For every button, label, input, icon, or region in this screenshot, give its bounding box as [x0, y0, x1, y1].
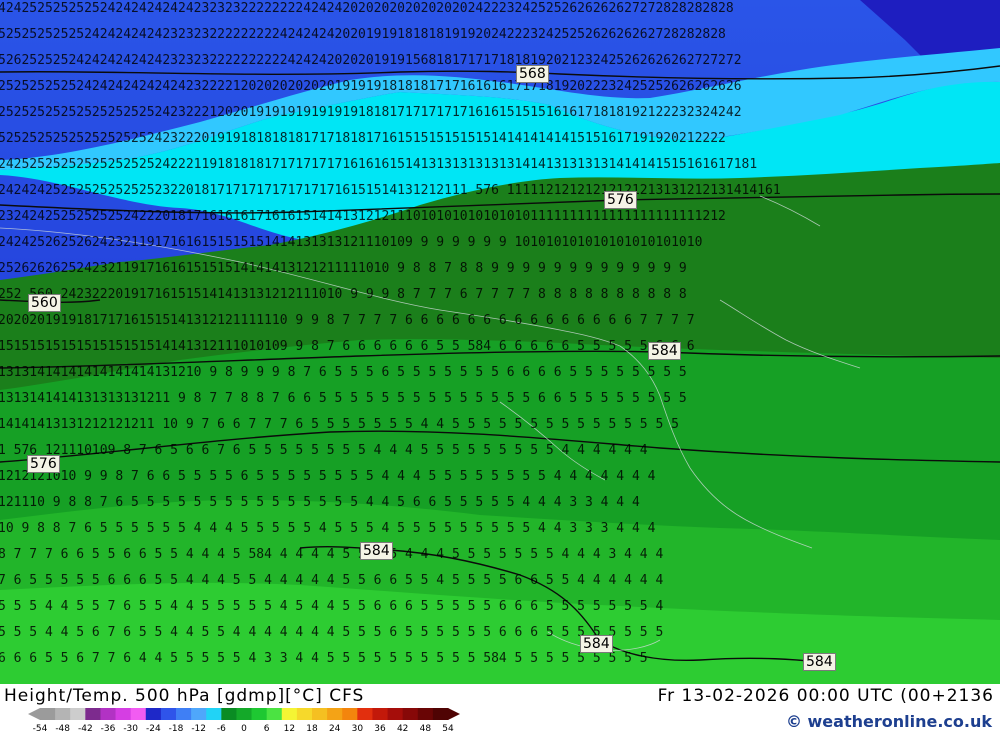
legend-swatch [296, 708, 313, 720]
grid-value-row: 10 9 8 8 7 6 5 5 5 5 5 5 4 4 4 5 5 5 5 5… [0, 521, 656, 536]
grid-value-row: 5262525252424242424242323232222222222424… [0, 53, 742, 68]
legend-swatch [327, 708, 343, 720]
legend-swatch [115, 708, 132, 720]
legend-swatch [417, 708, 434, 720]
grid-value-row: 1 576 121110109 8 7 6 5 6 6 7 6 5 5 5 5 … [0, 443, 648, 458]
legend-tick-label: 24 [329, 724, 341, 733]
legend-swatch [55, 708, 71, 720]
grid-value-row: 14141413131212121211 10 9 7 6 6 7 7 7 6 … [0, 417, 679, 432]
legend-swatch [387, 708, 404, 720]
legend-tick-label: -36 [101, 724, 116, 733]
grid-value-row: 2425252525252525252524222119181818171717… [0, 157, 757, 172]
color-legend: -54 -48 -42 -36 -30 -24 -18 -12 -6 0 6 12 18 24 30 36 42… [28, 706, 462, 734]
valid-time: Fr 13-02-2026 00:00 UTC (00+2136 [657, 686, 994, 706]
grid-value-row: 4242525252525242424242424232323222222224… [0, 1, 734, 16]
legend-swatch [312, 708, 328, 720]
legend-tick-label: -18 [169, 724, 184, 733]
legend-swatch [40, 708, 56, 720]
legend-bar [28, 708, 460, 720]
legend-scale: -54 -48 -42 -36 -30 -24 -18 -12 -6 0 6 12 18 24 30 36 42… [28, 708, 460, 734]
legend-swatch [145, 708, 162, 720]
legend-swatch [221, 708, 237, 720]
legend-tick-label: -24 [146, 724, 161, 733]
grid-value-row: 6 6 6 5 5 6 7 7 6 4 4 5 5 5 5 5 4 3 3 4 … [0, 651, 648, 666]
legend-tick-label: 36 [374, 724, 386, 733]
grid-value-row: 2525252525242424242424242322221202020202… [0, 79, 742, 94]
legend-tick-label: -12 [191, 724, 206, 733]
legend-swatch [85, 708, 101, 720]
contour-label-568: 568 [516, 65, 549, 83]
legend-tick-label: 0 [241, 724, 247, 733]
legend-tick-label: 30 [352, 724, 364, 733]
legend-swatch [70, 708, 86, 720]
legend-tick-label: 48 [420, 724, 432, 733]
legend-swatch [266, 708, 283, 720]
legend-swatch [206, 708, 222, 720]
map-canvas: 4242525252525242424242424232323222222224… [0, 0, 1000, 684]
grid-value-row: 2020201919181717161515141312121111110 9 … [0, 313, 695, 328]
grid-value-row: 252 560 24232220191716151514141313121211… [0, 287, 687, 302]
map-title: Height/Temp. 500 hPa [gdmp][°C] CFS [4, 686, 365, 706]
legend-swatch [372, 708, 388, 720]
grid-value-row: 7 6 5 5 5 5 5 6 6 6 5 5 4 4 4 5 5 4 4 4 … [0, 573, 663, 588]
legend-tick-label: 6 [264, 724, 270, 733]
grid-value-row: 2424242525252525252523220181717171717171… [0, 183, 781, 198]
grid-value-row: 5 5 5 4 4 5 6 7 6 5 5 4 4 5 5 4 4 4 4 4 … [0, 625, 663, 640]
site-credit[interactable]: © weatheronline.co.uk [786, 712, 992, 731]
contour-label-584: 584 [360, 542, 393, 560]
legend-swatch [100, 708, 116, 720]
contour-label-576: 576 [604, 191, 637, 209]
grid-value-row: 5252525252524242424242323232222222224242… [0, 27, 726, 42]
legend-ticks: -54 -48 -42 -36 -30 -24 -18 -12 -6 0 6 12 18 24 30 36 42… [33, 724, 454, 734]
grid-value-row: 121110 9 8 8 7 6 5 5 5 5 5 5 5 5 5 5 5 5… [0, 495, 640, 510]
contour-label-584: 584 [580, 635, 613, 653]
legend-tick-label: -30 [123, 724, 138, 733]
grid-value-row: 13131414141414141414131210 9 8 9 9 9 8 7… [0, 365, 687, 380]
legend-arrow-left [28, 708, 40, 720]
legend-tick-label: -54 [33, 724, 48, 733]
grid-value-row: 5 5 5 4 4 5 5 7 6 5 5 4 4 5 5 5 5 5 4 5 … [0, 599, 663, 614]
legend-swatch [281, 708, 298, 720]
legend-swatch [176, 708, 192, 720]
grid-value-row: 1313141414131313131211 9 8 7 7 8 8 7 6 6… [0, 391, 687, 406]
legend-swatch [432, 708, 449, 720]
contour-label-584: 584 [648, 342, 681, 360]
legend-tick-label: 12 [284, 724, 295, 733]
grid-value-row: 1515151515151515151514141312111010109 9 … [0, 339, 695, 354]
contour-label-560: 560 [28, 294, 61, 312]
legend-swatch [357, 708, 373, 720]
legend-swatch [251, 708, 268, 720]
legend-tick-label: 18 [306, 724, 318, 733]
weather-map: 4242525252525242424242424232323222222224… [0, 0, 1000, 684]
legend-arrow-right [448, 708, 460, 720]
grid-value-row: 2324242525252525242220181716161617161615… [0, 209, 726, 224]
legend-tick-label: -6 [217, 724, 226, 733]
legend-tick-label: -48 [55, 724, 70, 733]
grid-value-row: 2526262625242321191716161515151414141312… [0, 261, 687, 276]
grid-value-row: 5252525252525252525242322201919181818181… [0, 131, 726, 146]
legend-swatch [191, 708, 207, 720]
legend-tick-label: 42 [397, 724, 408, 733]
grid-value-row: 2525252525252525252524232221202019191919… [0, 105, 742, 120]
grid-value-row: 2424252625262423211917161615151515141413… [0, 235, 702, 250]
legend-tick-label: -42 [78, 724, 93, 733]
grid-value-row: 1212121010 9 9 8 7 6 6 5 5 5 5 6 5 5 5 5… [0, 469, 656, 484]
legend-swatch [402, 708, 419, 720]
legend-swatch [342, 708, 358, 720]
legend-swatch [160, 708, 177, 720]
legend-tick-label: 54 [442, 724, 454, 733]
contour-label-576: 576 [27, 455, 60, 473]
grid-value-row: 8 7 7 7 6 6 5 5 6 6 5 5 4 4 4 5 584 4 4 … [0, 547, 663, 562]
legend-swatch [130, 708, 147, 720]
legend-swatch [236, 708, 252, 720]
contour-label-584: 584 [803, 653, 836, 671]
